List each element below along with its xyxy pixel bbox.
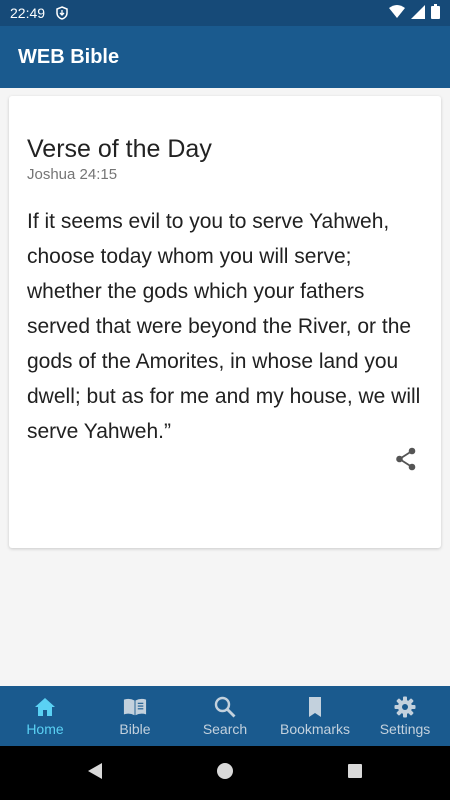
back-triangle-icon <box>87 762 103 785</box>
nav-settings-label: Settings <box>379 721 431 737</box>
share-button[interactable] <box>393 447 419 476</box>
wifi-icon <box>389 4 405 22</box>
verse-reference: Joshua 24:15 <box>27 166 118 183</box>
system-back-button[interactable] <box>30 746 160 800</box>
nav-search-label: Search <box>202 721 248 737</box>
signal-icon <box>411 4 425 22</box>
verse-of-the-day-card: Verse of the Day Joshua 24:15 If it seem… <box>9 96 441 548</box>
book-icon <box>123 695 147 719</box>
nav-bible[interactable]: Bible <box>90 686 180 746</box>
status-bar: 22:49 <box>0 0 450 26</box>
nav-settings[interactable]: Settings <box>360 686 450 746</box>
nav-bookmarks[interactable]: Bookmarks <box>270 686 360 746</box>
nav-bookmarks-label: Bookmarks <box>279 721 351 737</box>
nav-search[interactable]: Search <box>180 686 270 746</box>
app-title: WEB Bible <box>18 45 120 68</box>
verse-text: If it seems evil to you to serve Yahweh,… <box>27 210 421 443</box>
system-navigation-bar <box>0 746 450 800</box>
bottom-navigation: Home Bible Search Bookmarks Settings <box>0 686 450 746</box>
home-circle-icon <box>216 762 234 785</box>
nav-bible-label: Bible <box>119 721 151 737</box>
nav-home[interactable]: Home <box>0 686 90 746</box>
download-shield-icon <box>55 6 69 20</box>
card-title: Verse of the Day <box>27 135 212 163</box>
share-icon <box>395 447 417 476</box>
system-home-button[interactable] <box>160 746 290 800</box>
bookmark-icon <box>303 695 327 719</box>
search-icon <box>213 695 237 719</box>
recents-square-icon <box>347 763 363 784</box>
system-recents-button[interactable] <box>290 746 420 800</box>
battery-icon <box>431 4 440 22</box>
app-bar: WEB Bible <box>0 26 450 88</box>
status-time: 22:49 <box>10 5 46 21</box>
gear-icon <box>393 695 417 719</box>
nav-home-label: Home <box>26 721 64 737</box>
main-content: Verse of the Day Joshua 24:15 If it seem… <box>0 88 450 686</box>
home-icon <box>33 695 57 719</box>
